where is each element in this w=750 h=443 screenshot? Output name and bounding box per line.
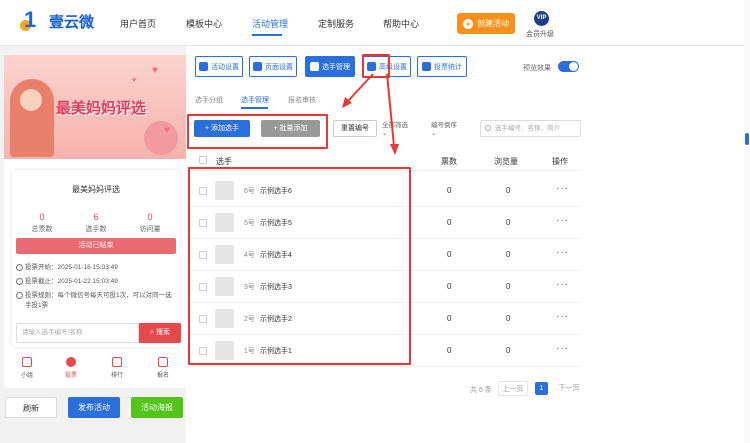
mobile-preview: ♥ ♥ ♥ 最美妈妈评选 最美妈妈评选 0 总票数 6 选手数 0 访问量 活动已结束…	[4, 55, 186, 388]
annotation-arrows	[342, 73, 399, 155]
publish-button[interactable]: 发布活动	[68, 397, 120, 418]
sort-select[interactable]: 编号倒序 ⌄	[431, 122, 457, 138]
more-icon[interactable]: ···	[556, 215, 569, 226]
vote-count: 0	[447, 218, 452, 227]
nav-active-indicator	[252, 34, 282, 36]
vote-count: 0	[447, 282, 452, 291]
subtab-active-indicator	[241, 107, 268, 109]
vip-upgrade-link[interactable]: 会员升级	[526, 29, 554, 39]
subtab-review[interactable]: 报名审核	[288, 95, 316, 105]
heart-icon: ♥	[164, 125, 170, 136]
next-page-button[interactable]: 下一页	[554, 381, 584, 396]
top-nav: 1 壹云微 用户首页 模板中心 活动管理 定制服务 帮助中心 + 创建活动 VIP…	[0, 0, 750, 46]
vote-rule-info: 投票规则：每个微信号每天可投1次，可以对同一选手投1票	[16, 291, 176, 311]
more-icon[interactable]: ···	[556, 183, 569, 194]
view-count: 0	[506, 218, 511, 227]
col-votes: 票数	[441, 157, 457, 166]
nav-item-home[interactable]: 用户首页	[120, 17, 156, 30]
refresh-button[interactable]: 刷新	[5, 397, 57, 418]
user-icon	[66, 357, 76, 367]
info-icon	[16, 292, 23, 299]
vip-icon[interactable]: VIP	[534, 11, 549, 26]
more-icon[interactable]: ···	[556, 311, 569, 322]
vote-stats-button[interactable]: 投票统计	[417, 56, 467, 77]
flower-decoration	[144, 121, 178, 155]
users-icon	[310, 62, 319, 71]
col-contestant: 选手	[216, 157, 232, 166]
settings-icon	[199, 62, 208, 71]
vote-end-info: 投票截止：2025-01-22 15:03:49	[16, 277, 176, 287]
scrollbar-track[interactable]	[744, 0, 750, 443]
tab-rank[interactable]: 排行	[102, 357, 132, 379]
view-count: 0	[506, 282, 511, 291]
stat-visits: 0 访问量	[139, 212, 161, 233]
tab-group[interactable]: 小组	[12, 357, 42, 379]
clock-icon	[16, 278, 23, 285]
stat-contestants: 6 选手数	[85, 212, 107, 233]
search-icon	[485, 125, 491, 131]
select-all-checkbox[interactable]	[199, 156, 207, 164]
col-views: 浏览量	[494, 157, 518, 166]
mother-face	[20, 89, 42, 111]
contestant-search-input[interactable]: 请输入选手编号/名称	[16, 323, 139, 343]
status-badge: 活动已结束	[16, 238, 176, 254]
view-count: 0	[506, 250, 511, 259]
more-icon[interactable]: ···	[556, 343, 569, 354]
nav-item-custom[interactable]: 定制服务	[318, 17, 354, 30]
preview-toggle-label: 预览效果	[523, 65, 551, 72]
view-count: 0	[506, 314, 511, 323]
rank-icon	[112, 357, 122, 367]
more-icon[interactable]: ···	[556, 247, 569, 258]
annotation-box-contestant-list	[188, 167, 411, 365]
signup-icon	[158, 357, 168, 367]
col-ops: 操作	[552, 157, 568, 166]
nav-item-activity[interactable]: 活动管理	[252, 17, 288, 30]
page-settings-button[interactable]: 页面设置	[249, 56, 297, 77]
stat-total-votes: 0 总票数	[31, 212, 53, 233]
tab-vote[interactable]: 投票	[56, 357, 86, 379]
vote-count: 0	[447, 250, 452, 259]
nav-item-templates[interactable]: 模板中心	[186, 17, 222, 30]
subtab-contestants[interactable]: 选手管理	[241, 95, 269, 105]
card-title: 最美妈妈评选	[72, 185, 120, 194]
vote-start-info: 投票开始：2025-01-16 15:03:49	[16, 263, 176, 273]
heart-icon: ♥	[132, 77, 137, 84]
clock-icon	[16, 264, 23, 271]
preview-banner: ♥ ♥ ♥ 最美妈妈评选	[4, 55, 186, 159]
preview-tabbar: 小组 投票 排行 报名	[4, 353, 186, 383]
prev-page-button[interactable]: 上一页	[498, 381, 528, 396]
nav-item-help[interactable]: 帮助中心	[383, 17, 419, 30]
chevron-down-icon: ⌄	[431, 130, 437, 137]
brand-name[interactable]: 壹云微	[49, 11, 94, 32]
heart-icon: ♥	[152, 65, 158, 76]
scrollbar-thumb[interactable]	[745, 133, 749, 145]
poster-button[interactable]: 活动海报	[131, 397, 183, 418]
plus-icon: +	[463, 18, 473, 29]
preview-toggle[interactable]	[558, 61, 579, 72]
view-count: 0	[506, 186, 511, 195]
activity-card: 最美妈妈评选 0 总票数 6 选手数 0 访问量 活动已结束 投票开始：2025-01…	[12, 170, 181, 347]
subtab-groups[interactable]: 选手分组	[195, 95, 223, 105]
tab-signup[interactable]: 报名	[148, 357, 178, 379]
search-button[interactable]: ⌕ 搜索	[139, 323, 181, 343]
gear-icon	[253, 62, 262, 71]
more-icon[interactable]: ···	[556, 279, 569, 290]
vote-count: 0	[447, 186, 452, 195]
chart-icon	[422, 62, 431, 71]
annotation-box-add-buttons	[187, 114, 328, 149]
pagination-total: 共 6 条	[470, 387, 492, 394]
vote-count: 0	[447, 314, 452, 323]
group-icon	[22, 357, 32, 367]
page-number-current[interactable]: 1	[535, 382, 548, 395]
vote-count: 0	[447, 346, 452, 355]
create-activity-button[interactable]: + 创建活动	[457, 13, 515, 34]
activity-settings-button[interactable]: 活动设置	[195, 56, 243, 77]
logo-icon[interactable]: 1	[20, 9, 46, 33]
banner-title: 最美妈妈评选	[56, 100, 147, 117]
view-count: 0	[506, 346, 511, 355]
contestant-search-field[interactable]: 选手编号、名称、简介	[480, 120, 581, 137]
